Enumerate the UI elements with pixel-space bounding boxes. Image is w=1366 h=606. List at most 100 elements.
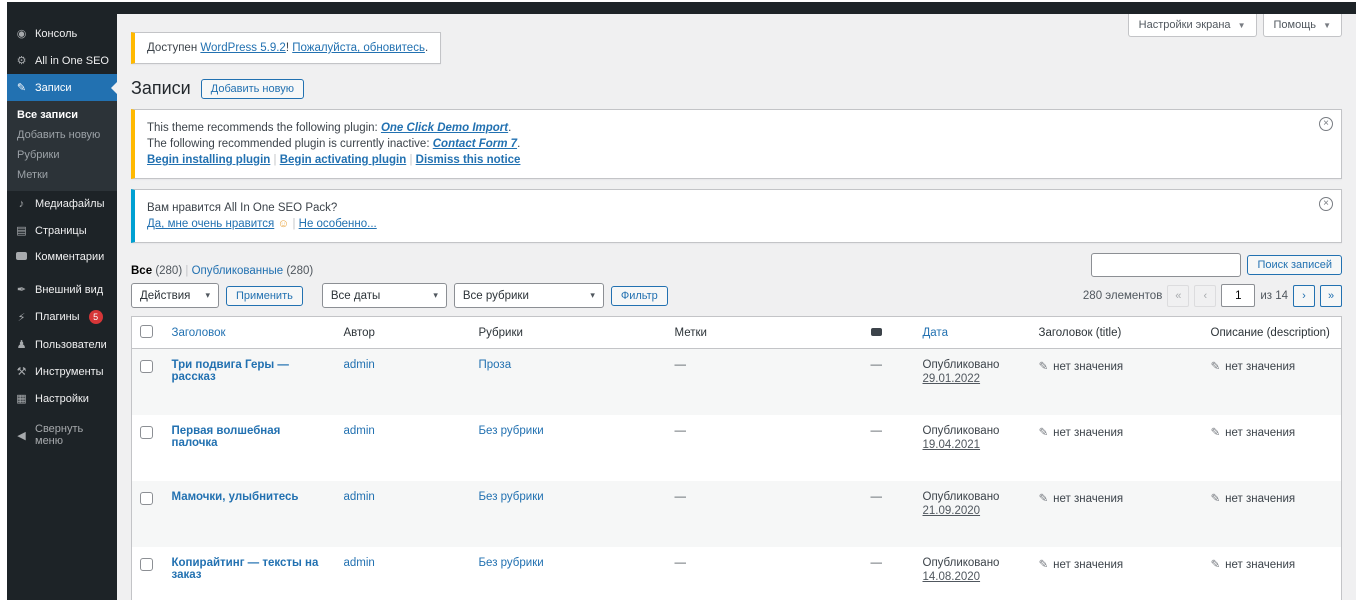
row-checkbox[interactable]: [140, 492, 153, 505]
row-checkbox[interactable]: [140, 360, 153, 373]
sidebar-item-label: Консоль: [35, 27, 78, 40]
edit-pencil-icon[interactable]: ✎: [1039, 559, 1049, 571]
dismiss-this-notice-link[interactable]: Dismiss this notice: [416, 154, 521, 166]
post-categories-link[interactable]: Без рубрики: [479, 425, 544, 437]
wordpress-version-link[interactable]: WordPress 5.9.2: [200, 42, 285, 54]
post-comments-count: —: [870, 425, 883, 437]
submenu-all-posts[interactable]: Все записи: [7, 105, 117, 125]
row-checkbox[interactable]: [140, 558, 153, 571]
collapse-arrow-icon: ◀: [17, 429, 26, 442]
post-author-link[interactable]: admin: [344, 557, 375, 569]
post-author-link[interactable]: admin: [344, 359, 375, 371]
post-title-link[interactable]: Первая волшебная палочка: [172, 425, 281, 449]
post-status: Опубликовано: [922, 425, 1000, 437]
post-author-link[interactable]: admin: [344, 425, 375, 437]
categories-filter-select[interactable]: Все рубрики ▾: [453, 283, 604, 308]
seo-gear-icon: ⚙: [16, 55, 27, 67]
seo-dislike-link[interactable]: Не особенно...: [299, 218, 377, 230]
table-row: Мамочки, улыбнитесь admin Без рубрики — …: [131, 481, 1342, 547]
sidebar-item-collapse-menu[interactable]: ◀ Свернуть меню: [7, 416, 117, 454]
post-comments-count: —: [870, 491, 883, 503]
add-new-post-button[interactable]: Добавить новую: [200, 78, 304, 99]
pushpin-icon: ✎: [16, 82, 27, 94]
plugins-icon: ⚡: [17, 311, 26, 324]
sidebar-item-aioseo[interactable]: ⚙ All in One SEO: [7, 47, 117, 74]
edit-pencil-icon[interactable]: ✎: [1211, 427, 1221, 439]
sidebar-item-tools[interactable]: ⚒ Инструменты: [7, 358, 117, 385]
post-categories-link[interactable]: Без рубрики: [479, 491, 544, 503]
contact-form-7-link[interactable]: Contact Form 7: [433, 138, 517, 150]
view-all-count: (280): [155, 265, 183, 277]
last-page-button[interactable]: »: [1320, 284, 1342, 307]
next-page-button[interactable]: ›: [1293, 284, 1315, 307]
post-title-link[interactable]: Мамочки, улыбнитесь: [172, 491, 299, 503]
please-update-link[interactable]: Пожалуйста, обновитесь: [292, 42, 425, 54]
search-input[interactable]: [1091, 253, 1242, 277]
begin-installing-plugin-link[interactable]: Begin installing plugin: [147, 154, 270, 166]
column-header-seo-description: Описание (description): [1202, 316, 1342, 349]
items-total: 280 элементов: [1082, 289, 1163, 302]
help-button[interactable]: Помощь ▼: [1262, 14, 1342, 37]
sidebar-item-appearance[interactable]: ✒ Внешний вид: [7, 276, 117, 303]
one-click-demo-import-link[interactable]: One Click Demo Import: [381, 122, 508, 134]
column-header-title[interactable]: Заголовок: [172, 327, 226, 339]
edit-pencil-icon[interactable]: ✎: [1211, 559, 1221, 571]
admin-bar: [7, 2, 1356, 14]
bulk-actions-select[interactable]: Действия ▾: [131, 283, 219, 308]
post-title-link[interactable]: Копирайтинг — тексты на заказ: [172, 557, 319, 581]
edit-pencil-icon[interactable]: ✎: [1211, 361, 1221, 373]
sidebar-item-pages[interactable]: ▤ Страницы: [7, 217, 117, 244]
sidebar-item-media[interactable]: ♪ Медиафайлы: [7, 191, 117, 217]
apply-button[interactable]: Применить: [226, 285, 303, 306]
view-published-count: (280): [286, 265, 314, 277]
edit-pencil-icon[interactable]: ✎: [1039, 493, 1049, 505]
column-header-author: Автор: [335, 316, 471, 349]
post-categories-link[interactable]: Проза: [479, 359, 512, 371]
sidebar-item-plugins[interactable]: ⚡ Плагины 5: [7, 303, 117, 331]
dates-filter-select[interactable]: Все даты ▾: [321, 283, 447, 308]
view-filter-links: Все (280) | Опубликованные (280): [131, 265, 313, 277]
begin-activating-plugin-link[interactable]: Begin activating plugin: [280, 154, 407, 166]
sidebar-item-posts[interactable]: ✎ Записи: [7, 74, 117, 101]
post-status: Опубликовано: [922, 491, 1000, 503]
comments-icon: [15, 251, 28, 263]
pages-icon: ▤: [16, 225, 27, 237]
submenu-tags[interactable]: Метки: [7, 165, 117, 185]
first-page-button: «: [1167, 284, 1190, 307]
search-posts-button[interactable]: Поиск записей: [1247, 255, 1342, 275]
post-author-link[interactable]: admin: [344, 491, 375, 503]
sidebar-item-label: Комментарии: [35, 251, 105, 263]
sidebar-item-settings[interactable]: ▦ Настройки: [7, 385, 117, 412]
close-icon[interactable]: ×: [1319, 197, 1333, 211]
post-categories-link[interactable]: Без рубрики: [479, 557, 544, 569]
close-icon[interactable]: ×: [1319, 117, 1333, 131]
view-published-link[interactable]: Опубликованные: [192, 265, 284, 277]
row-checkbox[interactable]: [140, 426, 153, 439]
seo-description-value: нет значения: [1225, 493, 1296, 505]
table-row: Первая волшебная палочка admin Без рубри…: [132, 415, 1342, 481]
submenu-categories[interactable]: Рубрики: [7, 145, 117, 165]
screen-meta-links: Настройки экрана ▼ Помощь ▼: [1127, 14, 1342, 37]
edit-pencil-icon[interactable]: ✎: [1211, 493, 1221, 505]
posts-table: Заголовок Автор Рубрики Метки Дата Загол…: [131, 316, 1342, 600]
table-row: Три подвига Геры — рассказ admin Проза —…: [131, 348, 1342, 415]
post-title-link[interactable]: Три подвига Геры — рассказ: [172, 359, 289, 383]
post-tags: —: [674, 557, 687, 569]
sidebar-item-users[interactable]: ♟ Пользователи: [7, 331, 117, 358]
screen-options-button[interactable]: Настройки экрана ▼: [1127, 14, 1257, 37]
current-page-input[interactable]: [1221, 284, 1256, 307]
settings-icon: ▦: [16, 393, 27, 405]
update-notice-text: .: [424, 42, 429, 54]
filter-button[interactable]: Фильтр: [610, 285, 668, 306]
seo-like-link[interactable]: Да, мне очень нравится: [147, 218, 274, 230]
column-header-categories: Рубрики: [470, 316, 667, 349]
column-header-date[interactable]: Дата: [923, 327, 948, 339]
sidebar-item-comments[interactable]: Комментарии: [7, 244, 117, 270]
submenu-add-new[interactable]: Добавить новую: [7, 125, 117, 145]
select-all-checkbox[interactable]: [140, 325, 153, 338]
view-all-link[interactable]: Все: [131, 265, 152, 277]
sidebar-item-dashboard[interactable]: ◉ Консоль: [7, 20, 117, 47]
post-date: 21.09.2020: [922, 505, 981, 517]
edit-pencil-icon[interactable]: ✎: [1039, 361, 1049, 373]
edit-pencil-icon[interactable]: ✎: [1039, 427, 1049, 439]
